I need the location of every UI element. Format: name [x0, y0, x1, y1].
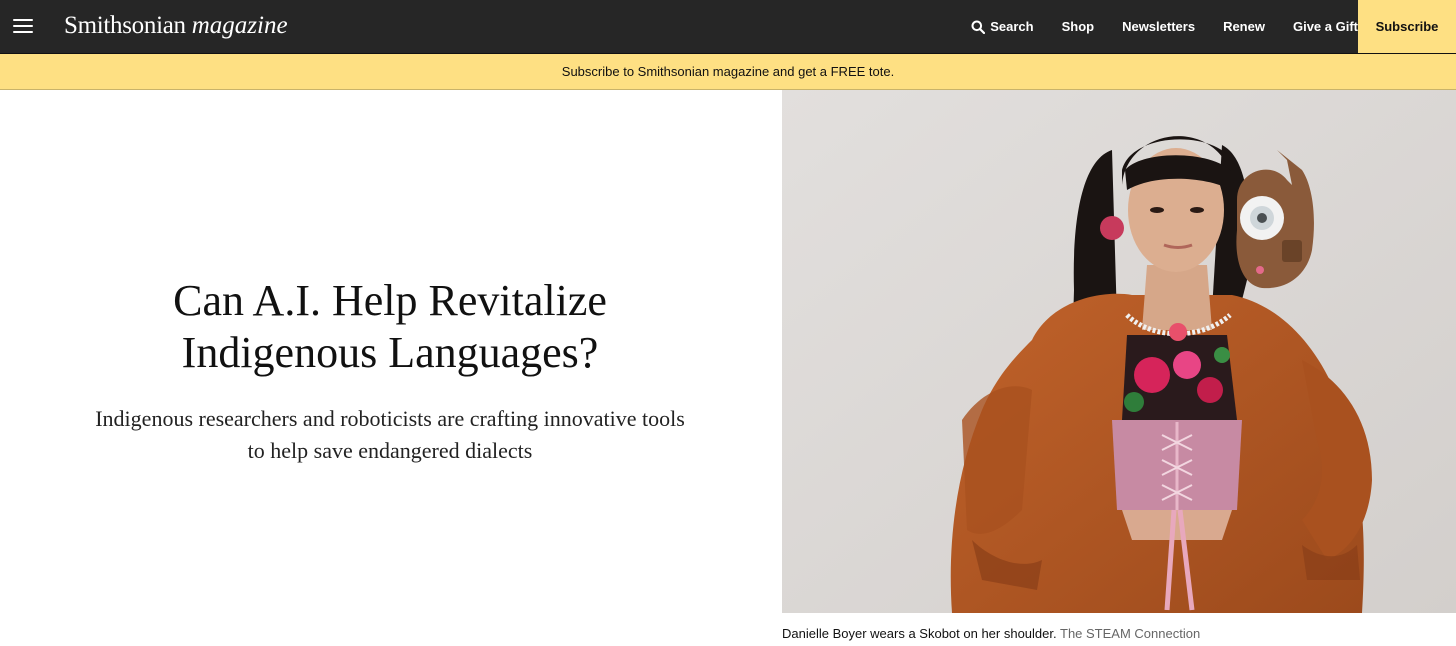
nav-shop[interactable]: Shop — [1062, 19, 1095, 34]
dek-line-2: to help save endangered dialects — [247, 438, 533, 463]
menu-icon[interactable] — [12, 14, 34, 38]
nav-links: Search Shop Newsletters Renew Give a Gif… — [943, 0, 1358, 53]
article-headline: Can A.I. Help Revitalize Indigenous Lang… — [40, 275, 740, 379]
nav-renew[interactable]: Renew — [1223, 19, 1265, 34]
photo-caption: Danielle Boyer wears a Skobot on her sho… — [782, 626, 1200, 641]
hero-photo — [782, 90, 1456, 613]
site-logo[interactable]: Smithsonian magazine — [64, 8, 288, 44]
logo-subtitle: magazine — [191, 12, 288, 39]
search-icon — [971, 20, 986, 34]
caption-text: Danielle Boyer wears a Skobot on her sho… — [782, 626, 1057, 641]
nav-give-a-gift[interactable]: Give a Gift — [1293, 19, 1358, 34]
headline-line-2: Indigenous Languages? — [181, 328, 599, 377]
logo-brand: Smithsonian — [64, 12, 186, 39]
top-navigation-bar: Smithsonian magazine Search Shop Newslett… — [0, 0, 1456, 54]
subscribe-button[interactable]: Subscribe — [1358, 0, 1456, 53]
search-button[interactable]: Search — [971, 19, 1034, 34]
hero-photo-illustration — [782, 90, 1456, 613]
dek-line-1: Indigenous researchers and roboticists a… — [95, 406, 685, 431]
promo-banner[interactable]: Subscribe to Smithsonian magazine and ge… — [0, 54, 1456, 90]
headline-line-1: Can A.I. Help Revitalize — [173, 276, 607, 325]
article-dek: Indigenous researchers and roboticists a… — [40, 403, 740, 467]
nav-newsletters[interactable]: Newsletters — [1122, 19, 1195, 34]
search-label: Search — [990, 19, 1034, 34]
photo-credit: The STEAM Connection — [1060, 626, 1201, 641]
hero-text-panel: Can A.I. Help Revitalize Indigenous Lang… — [0, 90, 782, 646]
